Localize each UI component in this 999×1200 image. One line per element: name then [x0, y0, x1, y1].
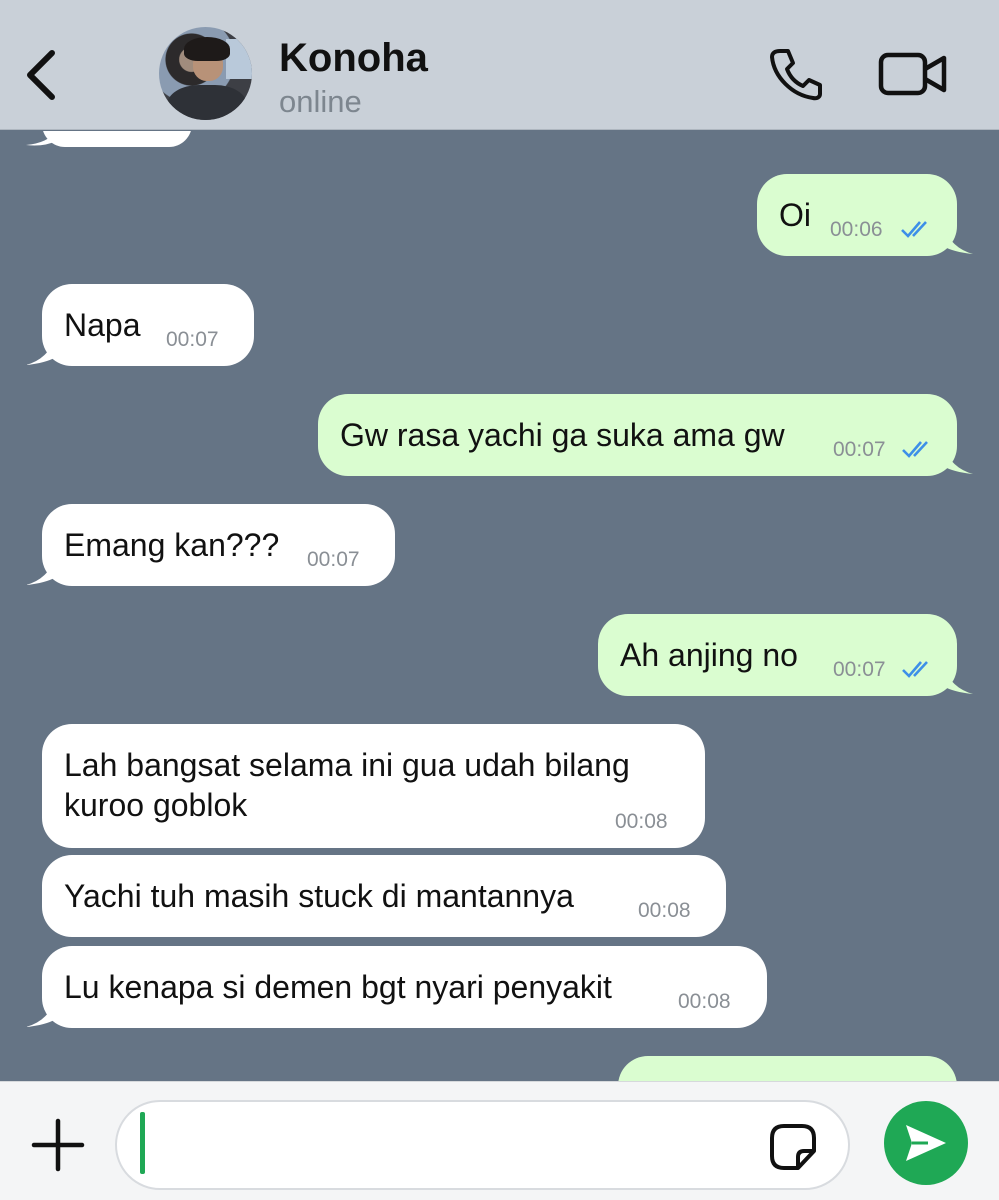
contact-status: online: [279, 84, 362, 119]
message-bubble-partial: [618, 1056, 957, 1081]
message-text-line-2: kuroo goblok: [64, 787, 248, 823]
message-time: 00:07: [833, 658, 886, 681]
message-incoming[interactable]: Napa 00:07: [42, 284, 254, 366]
avatar[interactable]: [159, 27, 252, 120]
sticker-icon[interactable]: [768, 1123, 818, 1171]
send-button[interactable]: [884, 1101, 968, 1185]
message-outgoing[interactable]: Ah anjing no 00:07: [598, 614, 957, 696]
message-time: 00:07: [833, 438, 886, 461]
chevron-left-icon[interactable]: [22, 45, 62, 105]
chat-header: Konoha online: [0, 0, 999, 130]
double-check-icon: [902, 441, 928, 458]
message-text-line-1: Lah bangsat selama ini gua udah bilang: [64, 747, 630, 783]
message-incoming[interactable]: Yachi tuh masih stuck di mantannya 00:08: [42, 855, 726, 937]
message-input[interactable]: [115, 1100, 850, 1190]
send-icon: [906, 1125, 946, 1161]
message-list[interactable]: Oi 00:06 Napa 00:07 Gw rasa yachi ga suk…: [0, 131, 999, 1081]
message-time: 00:07: [166, 328, 219, 351]
message-text: Lu kenapa si demen bgt nyari penyakit: [64, 969, 612, 1005]
video-camera-icon[interactable]: [878, 50, 948, 98]
message-text: Yachi tuh masih stuck di mantannya: [64, 878, 574, 914]
message-text: Napa: [64, 307, 141, 343]
plus-icon[interactable]: [30, 1117, 86, 1173]
message-time: 00:06: [830, 218, 883, 241]
text-cursor: [140, 1112, 145, 1174]
message-text: Emang kan???: [64, 527, 280, 563]
message-time: 00:08: [615, 810, 668, 833]
message-time: 00:08: [638, 899, 691, 922]
message-incoming[interactable]: Lah bangsat selama ini gua udah bilang k…: [42, 724, 705, 848]
message-time: 00:08: [678, 990, 731, 1013]
message-incoming[interactable]: Lu kenapa si demen bgt nyari penyakit 00…: [42, 946, 767, 1028]
double-check-icon: [902, 661, 928, 678]
message-text: Oi: [779, 197, 811, 233]
phone-icon[interactable]: [766, 47, 824, 101]
double-check-icon: [901, 221, 927, 238]
message-time: 00:07: [307, 548, 360, 571]
message-incoming[interactable]: Emang kan??? 00:07: [42, 504, 395, 586]
message-outgoing[interactable]: Gw rasa yachi ga suka ama gw 00:07: [318, 394, 957, 476]
message-text: Ah anjing no: [620, 637, 798, 673]
message-text: Gw rasa yachi ga suka ama gw: [340, 417, 785, 453]
contact-name[interactable]: Konoha: [279, 36, 428, 81]
message-outgoing[interactable]: Oi 00:06: [757, 174, 957, 256]
message-bubble-partial: [42, 131, 192, 147]
